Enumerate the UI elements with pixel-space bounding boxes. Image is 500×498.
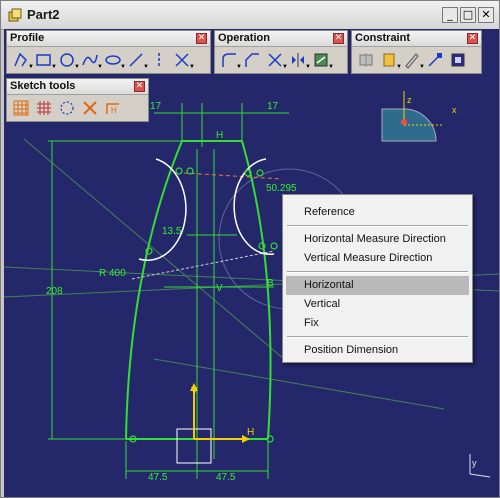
part-icon	[8, 8, 22, 22]
menu-separator	[287, 336, 468, 338]
window-title: Part2	[27, 7, 60, 22]
context-menu: Reference Horizontal Measure Direction V…	[282, 194, 473, 363]
dimensional-constraints-icon[interactable]: H	[103, 98, 123, 118]
dim-top-label: H	[216, 130, 223, 141]
constraint-tool-icon[interactable]: ▼	[379, 50, 402, 70]
toolbar-constraint: Constraint ✕ ▼ ▼	[351, 30, 482, 74]
toolbar-operation: Operation ✕ ▼ ▼ ▼ ▼	[214, 30, 348, 74]
minimize-button[interactable]: _	[442, 7, 458, 23]
dimension-tool-icon[interactable]	[425, 50, 445, 70]
dim-midline: V	[216, 283, 223, 294]
dim-top-right[interactable]: 17	[267, 101, 279, 112]
axis-v-label: V	[191, 386, 198, 397]
toolbar-title: Sketch tools	[10, 80, 76, 92]
menu-separator	[287, 271, 468, 273]
mirror-tool-icon[interactable]: ▼	[288, 50, 311, 70]
origin-axes: V H	[176, 383, 254, 464]
toolbar-title: Operation	[218, 32, 270, 44]
menu-item-horizontal[interactable]: Horizontal	[304, 276, 354, 294]
grid-icon[interactable]	[11, 98, 31, 118]
toolbar-title: Constraint	[355, 32, 410, 44]
toolbar-close-icon[interactable]: ✕	[134, 81, 145, 92]
axis-tool-icon[interactable]	[149, 50, 169, 70]
menu-item-position-dimension[interactable]: Position Dimension	[304, 341, 398, 359]
ellipse-tool-icon[interactable]: ▼	[103, 50, 126, 70]
menu-item-horizontal-measure[interactable]: Horizontal Measure Direction	[304, 230, 446, 248]
toolbar-close-icon[interactable]: ✕	[333, 33, 344, 44]
menu-item-vertical[interactable]: Vertical	[304, 295, 340, 313]
view-triad: y	[469, 454, 491, 478]
menu-separator	[287, 225, 468, 227]
dim-top-left[interactable]: 17	[150, 101, 162, 112]
chamfer-tool-icon[interactable]	[242, 50, 262, 70]
corner-tool-icon[interactable]: ▼	[219, 50, 242, 70]
animate-constraint-icon[interactable]	[448, 50, 468, 70]
trim-tool-icon[interactable]: ▼	[265, 50, 288, 70]
title-bar[interactable]: Part2 _ □ ✕	[1, 1, 499, 30]
project-tool-icon[interactable]: ▼	[311, 50, 334, 70]
menu-item-vertical-measure[interactable]: Vertical Measure Direction	[304, 249, 432, 267]
menu-item-fix[interactable]: Fix	[304, 314, 319, 332]
geometric-constraints-icon[interactable]	[80, 98, 100, 118]
dim-bottom-right[interactable]: 47.5	[216, 472, 236, 483]
axis-h-label: H	[247, 427, 254, 438]
compass-z-label: z	[407, 95, 412, 105]
toolbar-title: Profile	[10, 32, 45, 44]
toolbar-profile: Profile ✕ ▼ ▼ ▼ ▼ ▼ ▼ ▼	[6, 30, 211, 74]
svg-text:y: y	[472, 458, 477, 468]
line-tool-icon[interactable]: ▼	[126, 50, 149, 70]
constraint-points	[129, 167, 278, 443]
edit-constraint-icon[interactable]: ▼	[402, 50, 425, 70]
dim-bottom-left[interactable]: 47.5	[148, 472, 168, 483]
toolbar-header[interactable]: Sketch tools ✕	[7, 79, 148, 95]
toolbar-sketch-tools: Sketch tools ✕ H	[6, 78, 149, 122]
compass-x-label: x	[452, 105, 457, 115]
rectangle-tool-icon[interactable]: ▼	[34, 50, 57, 70]
construction-geometry-icon[interactable]	[57, 98, 77, 118]
toolbar-header[interactable]: Operation ✕	[215, 31, 347, 47]
snap-to-grid-icon[interactable]	[34, 98, 54, 118]
dim-radius[interactable]: R 400	[99, 268, 126, 279]
maximize-button[interactable]: □	[460, 7, 476, 23]
dim-middle[interactable]: 13.5	[162, 226, 182, 237]
part2-window: Part2 _ □ ✕ 17 17 H 50.295 13.5 R 400 20…	[0, 0, 500, 498]
menu-item-reference[interactable]: Reference	[304, 203, 355, 221]
circle-tool-icon[interactable]: ▼	[57, 50, 80, 70]
toolbar-header[interactable]: Constraint ✕	[352, 31, 481, 47]
dim-right-label: B	[267, 278, 274, 289]
profile-tool-icon[interactable]: ▼	[11, 50, 34, 70]
point-tool-icon[interactable]: ▼	[172, 50, 195, 70]
spline-tool-icon[interactable]: ▼	[80, 50, 103, 70]
svg-text:H: H	[111, 106, 117, 115]
toolbar-close-icon[interactable]: ✕	[196, 33, 207, 44]
dim-angle[interactable]: 50.295	[266, 183, 297, 194]
close-button[interactable]: ✕	[478, 7, 494, 23]
toolbar-close-icon[interactable]: ✕	[467, 33, 478, 44]
toolbar-header[interactable]: Profile ✕	[7, 31, 210, 47]
dimension-lines	[48, 103, 289, 479]
constraint-dialog-icon[interactable]	[356, 50, 376, 70]
compass[interactable]: z x	[381, 91, 457, 142]
dim-height[interactable]: 208	[46, 286, 63, 297]
